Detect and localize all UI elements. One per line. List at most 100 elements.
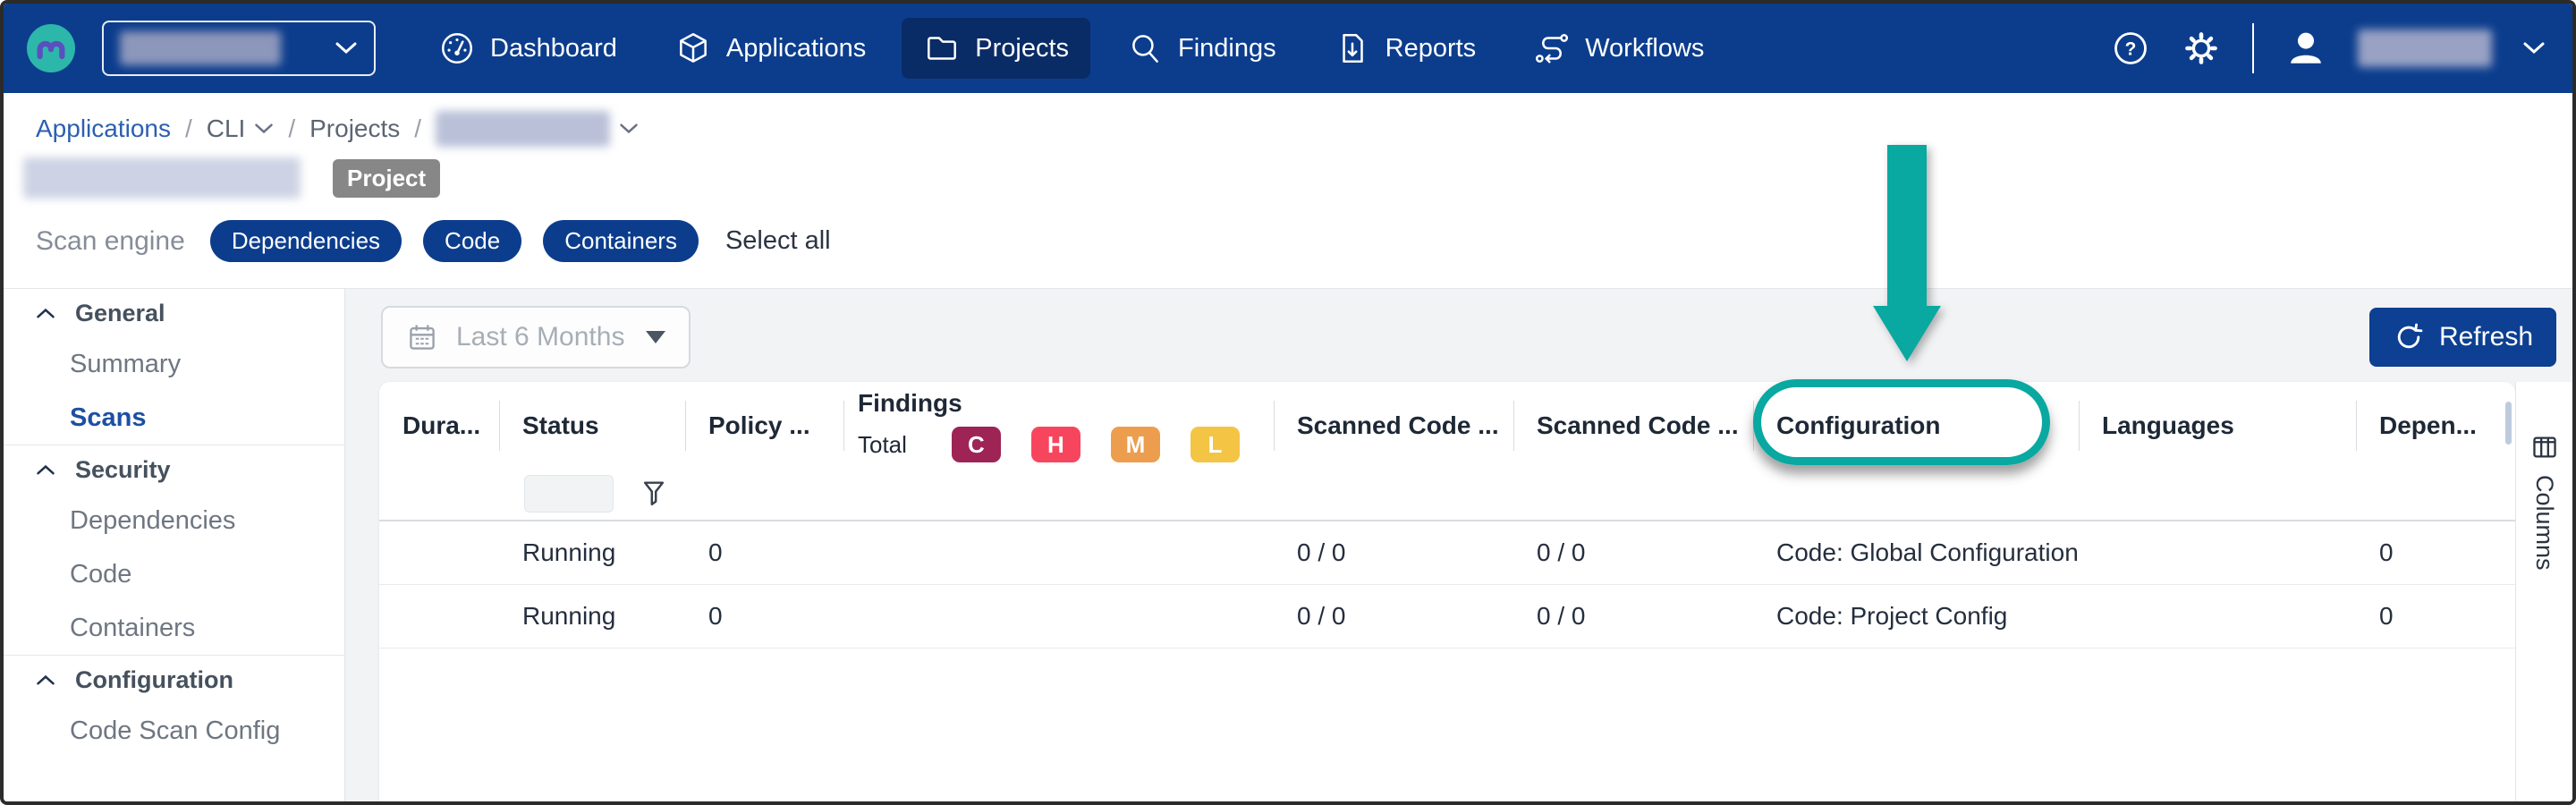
cell-dependencies: 0: [2356, 538, 2515, 567]
organization-name-redacted: [120, 31, 281, 65]
breadcrumb: Applications / CLI / Projects /: [36, 111, 639, 147]
chevron-up-icon: [36, 674, 55, 686]
table-header-row: Dura... Status Policy ... Findings Total…: [379, 382, 2515, 470]
column-header-policy[interactable]: Policy ...: [685, 382, 843, 470]
breadcrumb-applications[interactable]: Applications: [36, 114, 171, 143]
project-type-badge: Project: [333, 159, 440, 198]
breadcrumb-current-project[interactable]: [436, 111, 639, 147]
column-header-languages[interactable]: Languages: [2079, 382, 2356, 470]
sidebar-item-summary[interactable]: Summary: [4, 337, 344, 391]
content-body: General Summary Scans Security Dependenc…: [4, 288, 2572, 801]
main-panel: Last 6 Months Refresh Dura... Status Pol…: [345, 288, 2572, 801]
cell-configuration: Code: Project Config: [1753, 602, 2079, 631]
cell-status: Running: [499, 538, 685, 567]
scan-engine-pill-dependencies[interactable]: Dependencies: [210, 220, 402, 262]
nav-item-projects[interactable]: Projects: [902, 18, 1090, 79]
cell-policy: 0: [685, 538, 843, 567]
nav-item-dashboard[interactable]: Dashboard: [417, 18, 639, 79]
severity-badge-high: H: [1031, 427, 1080, 462]
severity-badge-low: L: [1191, 427, 1240, 462]
columns-panel-toggle[interactable]: Columns: [2515, 382, 2572, 801]
top-nav: Dashboard Applications Projects Findings…: [4, 4, 2572, 93]
help-icon[interactable]: ?: [2111, 29, 2150, 68]
column-header-status[interactable]: Status: [499, 382, 685, 470]
nav-item-label: Reports: [1385, 34, 1477, 64]
user-avatar-icon[interactable]: [2284, 27, 2327, 70]
report-file-icon: [1334, 30, 1371, 67]
cell-policy: 0: [685, 602, 843, 631]
scans-table: Dura... Status Policy ... Findings Total…: [379, 382, 2515, 802]
chevron-down-icon: [335, 41, 358, 55]
scan-engine-pill-containers[interactable]: Containers: [543, 220, 699, 262]
sidebar-item-code[interactable]: Code: [4, 547, 344, 601]
scans-toolbar: Last 6 Months Refresh: [381, 305, 2556, 369]
findings-group-label: Findings: [858, 389, 962, 418]
column-header-scanned-code-1[interactable]: Scanned Code ...: [1274, 382, 1513, 470]
nav-item-workflows[interactable]: Workflows: [1512, 18, 1725, 79]
breadcrumb-cli[interactable]: CLI: [207, 114, 275, 143]
sidebar-section-general[interactable]: General: [4, 289, 344, 337]
nav-item-label: Applications: [726, 34, 866, 64]
caret-down-icon: [646, 331, 665, 343]
select-all-link[interactable]: Select all: [725, 226, 831, 256]
sidebar-section-configuration[interactable]: Configuration: [4, 656, 344, 704]
primary-nav: Dashboard Applications Projects Findings…: [417, 18, 1725, 79]
column-header-dependencies[interactable]: Depen...: [2356, 382, 2515, 470]
status-filter-input[interactable]: [524, 475, 614, 513]
sidebar-section-label: Security: [75, 456, 171, 484]
chevron-up-icon: [36, 307, 55, 319]
cell-scanned-code-2: 0 / 0: [1513, 538, 1753, 567]
app-window: Dashboard Applications Projects Findings…: [0, 0, 2576, 805]
nav-divider: [2252, 23, 2254, 73]
nav-item-reports[interactable]: Reports: [1312, 18, 1498, 79]
nav-item-label: Projects: [975, 34, 1069, 64]
column-header-configuration[interactable]: Configuration: [1753, 382, 2079, 470]
cell-scanned-code-2: 0 / 0: [1513, 602, 1753, 631]
cell-status: Running: [499, 602, 685, 631]
column-header-scanned-code-2[interactable]: Scanned Code ...: [1513, 382, 1753, 470]
breadcrumb-cli-label: CLI: [207, 114, 246, 143]
chevron-down-icon: [619, 123, 639, 135]
sidebar-section-label: General: [75, 300, 165, 327]
findings-total-label: Total: [858, 431, 907, 459]
sidebar-item-code-scan-config[interactable]: Code Scan Config: [4, 704, 344, 758]
column-header-duration[interactable]: Dura...: [379, 382, 499, 470]
brand-logo-icon[interactable]: [27, 24, 75, 72]
project-name-redacted: [436, 111, 610, 147]
column-header-findings[interactable]: Findings Total C H M L: [843, 382, 1274, 470]
calendar-icon: [406, 321, 438, 353]
table-scrollbar-thumb[interactable]: [2505, 402, 2512, 445]
nav-item-label: Findings: [1178, 34, 1276, 64]
breadcrumb-separator: /: [288, 114, 295, 143]
sidebar: General Summary Scans Security Dependenc…: [4, 288, 345, 801]
table-row[interactable]: Running 0 0 / 0 0 / 0 Code: Project Conf…: [379, 585, 2515, 648]
filter-funnel-icon[interactable]: [640, 479, 667, 508]
page-header: Applications / CLI / Projects / Project …: [4, 93, 2572, 288]
sidebar-item-containers[interactable]: Containers: [4, 601, 344, 655]
sidebar-section-security[interactable]: Security: [4, 445, 344, 494]
nav-item-applications[interactable]: Applications: [653, 18, 887, 79]
sidebar-section-label: Configuration: [75, 666, 233, 694]
cell-scanned-code-1: 0 / 0: [1274, 602, 1513, 631]
refresh-label: Refresh: [2439, 322, 2533, 352]
refresh-icon: [2393, 321, 2425, 353]
chevron-down-icon[interactable]: [2522, 41, 2546, 55]
chevron-down-icon: [254, 123, 274, 135]
sidebar-item-scans[interactable]: Scans: [4, 391, 344, 445]
organization-selector[interactable]: [102, 21, 376, 76]
sidebar-item-dependencies[interactable]: Dependencies: [4, 494, 344, 547]
user-name-redacted: [2358, 30, 2492, 67]
gear-icon[interactable]: [2181, 28, 2222, 69]
cell-dependencies: 0: [2356, 602, 2515, 631]
refresh-button[interactable]: Refresh: [2369, 308, 2556, 367]
date-range-select[interactable]: Last 6 Months: [381, 306, 691, 369]
nav-item-label: Dashboard: [490, 34, 617, 64]
table-filter-row: [379, 470, 2515, 521]
scan-engine-label: Scan engine: [36, 226, 185, 257]
severity-badge-medium: M: [1111, 427, 1160, 462]
breadcrumb-projects[interactable]: Projects: [309, 114, 400, 143]
nav-item-findings[interactable]: Findings: [1105, 18, 1298, 79]
scan-engine-pill-code[interactable]: Code: [423, 220, 521, 262]
table-row[interactable]: Running 0 0 / 0 0 / 0 Code: Global Confi…: [379, 521, 2515, 585]
findings-severity-row: Total C H M L: [858, 427, 1270, 462]
